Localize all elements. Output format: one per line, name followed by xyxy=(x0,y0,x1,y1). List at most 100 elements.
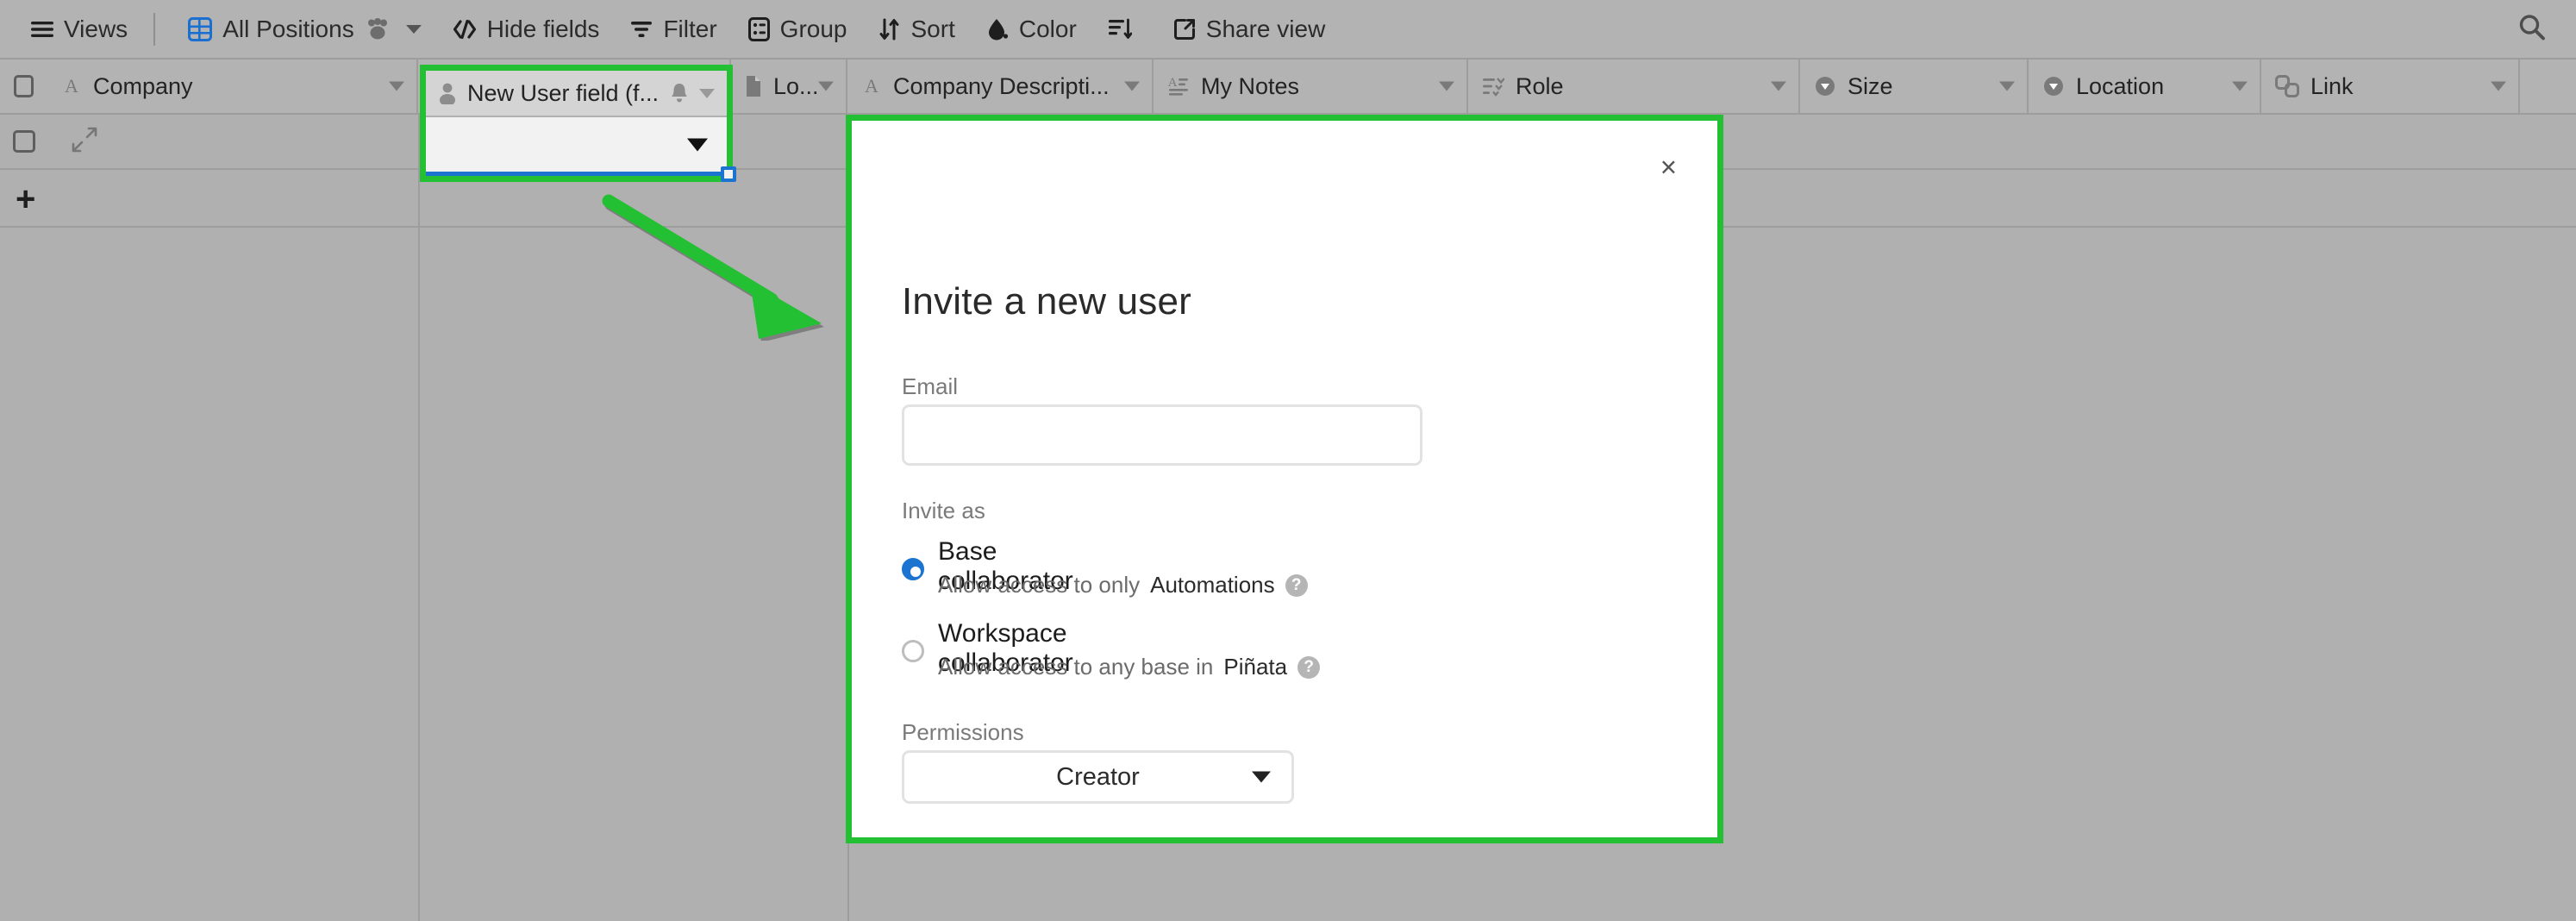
help-icon[interactable]: ? xyxy=(1297,655,1321,679)
hide-fields-icon xyxy=(453,19,477,40)
column-label: Lo... xyxy=(773,72,819,99)
column-header-size[interactable]: Size xyxy=(1800,60,2029,113)
collaborators-icon xyxy=(365,17,391,41)
color-label: Color xyxy=(1018,15,1077,42)
cell-fill-handle[interactable] xyxy=(721,166,736,182)
text-field-icon: A xyxy=(61,76,82,97)
chevron-down-icon xyxy=(1999,81,2015,91)
sort-label: Sort xyxy=(910,15,955,42)
column-label: Company xyxy=(93,72,193,99)
chevron-down-icon xyxy=(1771,81,1786,91)
radio-base-collaborator[interactable] xyxy=(902,558,924,580)
column-header-link[interactable]: Link xyxy=(2261,60,2520,113)
column-header-logo[interactable]: Lo... xyxy=(731,60,847,113)
column-header-company[interactable]: A Company xyxy=(47,60,418,113)
option-description-prefix: Allow access to only xyxy=(938,572,1141,598)
email-label: Email xyxy=(902,373,959,399)
current-view-label: All Positions xyxy=(222,15,354,42)
column-label: Location xyxy=(2076,72,2165,99)
sort-button[interactable]: Sort xyxy=(866,9,967,49)
option-description: Allow access to any base in Piñata ? xyxy=(938,654,1321,680)
current-view-button[interactable]: All Positions xyxy=(176,9,434,49)
column-header-role[interactable]: Role xyxy=(1468,60,1800,113)
column-label: Link xyxy=(2310,72,2354,99)
chevron-down-icon xyxy=(818,81,834,91)
multi-select-icon xyxy=(1482,76,1504,97)
column-label: Size xyxy=(1848,72,1893,99)
svg-text:A: A xyxy=(865,76,878,97)
single-select-icon xyxy=(1814,75,1836,97)
chevron-down-icon xyxy=(1124,81,1140,91)
group-label: Group xyxy=(779,15,847,42)
share-icon xyxy=(1173,18,1196,41)
invite-user-modal: × Invite a new user Email Invite as Base… xyxy=(852,121,1717,837)
filter-button[interactable]: Filter xyxy=(618,9,728,49)
option-description: Allow access to only Automations ? xyxy=(938,572,1308,598)
close-icon[interactable]: × xyxy=(1660,153,1677,181)
selected-cell-new-user-field[interactable] xyxy=(426,117,727,176)
plus-icon: + xyxy=(16,179,36,218)
permissions-label: Permissions xyxy=(902,719,1024,745)
column-label: Role xyxy=(1516,72,1564,99)
chevron-down-icon xyxy=(2491,81,2506,91)
option-description-prefix: Allow access to any base in xyxy=(938,654,1214,680)
column-label: Company Descripti... xyxy=(893,72,1110,99)
linked-record-icon xyxy=(2275,75,2299,97)
views-button[interactable]: Views xyxy=(19,9,140,49)
chevron-down-icon xyxy=(405,24,422,34)
permissions-value: Creator xyxy=(1056,762,1140,791)
group-icon xyxy=(747,16,770,41)
airtable-grid-app: Views All Positions Hide fields Filter G… xyxy=(0,0,2576,921)
group-button[interactable]: Group xyxy=(736,9,860,49)
long-text-icon: A xyxy=(1167,76,1190,97)
user-field-icon xyxy=(438,82,457,104)
search-button[interactable] xyxy=(2517,12,2547,46)
share-view-button[interactable]: Share view xyxy=(1161,9,1338,49)
svg-text:A: A xyxy=(1168,76,1178,90)
grid-view-icon xyxy=(188,16,213,41)
chevron-down-icon xyxy=(1439,81,1454,91)
column-header-location[interactable]: Location xyxy=(2029,60,2261,113)
hide-fields-label: Hide fields xyxy=(486,15,600,42)
checkbox-icon xyxy=(12,130,35,153)
permissions-select[interactable]: Creator xyxy=(902,750,1294,804)
invite-as-label: Invite as xyxy=(902,498,985,523)
column-header-my-notes[interactable]: A My Notes xyxy=(1154,60,1468,113)
field-header-row: A Company Lo... A Company Descripti... A… xyxy=(0,60,2576,115)
column-header-new-user-field-highlighted[interactable]: New User field (f... xyxy=(426,71,727,116)
help-icon[interactable]: ? xyxy=(1285,573,1308,597)
color-button[interactable]: Color xyxy=(974,9,1089,49)
views-label: Views xyxy=(64,15,128,42)
row-height-button[interactable] xyxy=(1096,9,1154,49)
select-all-checkbox[interactable] xyxy=(0,60,47,113)
chevron-down-icon xyxy=(389,81,404,91)
expand-record-icon[interactable] xyxy=(72,127,97,157)
email-field[interactable] xyxy=(902,404,1422,466)
hide-fields-button[interactable]: Hide fields xyxy=(441,9,612,49)
radio-workspace-collaborator[interactable] xyxy=(902,640,924,662)
text-field-icon: A xyxy=(861,76,882,97)
search-icon xyxy=(2519,14,2545,40)
column-header-company-description[interactable]: A Company Descripti... xyxy=(847,60,1154,113)
single-select-icon xyxy=(2042,75,2065,97)
bell-icon xyxy=(670,82,689,104)
chevron-down-icon xyxy=(699,88,715,98)
caret-down-icon xyxy=(687,138,708,151)
filter-label: Filter xyxy=(663,15,717,42)
modal-title: Invite a new user xyxy=(902,280,1192,323)
row-height-icon xyxy=(1108,18,1132,41)
column-label: My Notes xyxy=(1201,72,1300,99)
chevron-down-icon xyxy=(2232,81,2248,91)
toolbar-divider xyxy=(153,12,156,46)
share-view-label: Share view xyxy=(1205,15,1326,42)
hamburger-icon xyxy=(31,21,53,38)
grid-column-divider xyxy=(418,115,420,921)
view-toolbar: Views All Positions Hide fields Filter G… xyxy=(0,0,2576,60)
caret-down-icon xyxy=(1252,771,1271,783)
sort-icon xyxy=(878,18,901,41)
row-select-checkbox[interactable] xyxy=(0,130,47,153)
filter-icon xyxy=(630,19,653,40)
paint-drop-icon xyxy=(986,17,1009,41)
column-label: New User field (f... xyxy=(467,79,660,106)
option-description-emphasis: Automations xyxy=(1150,572,1275,598)
